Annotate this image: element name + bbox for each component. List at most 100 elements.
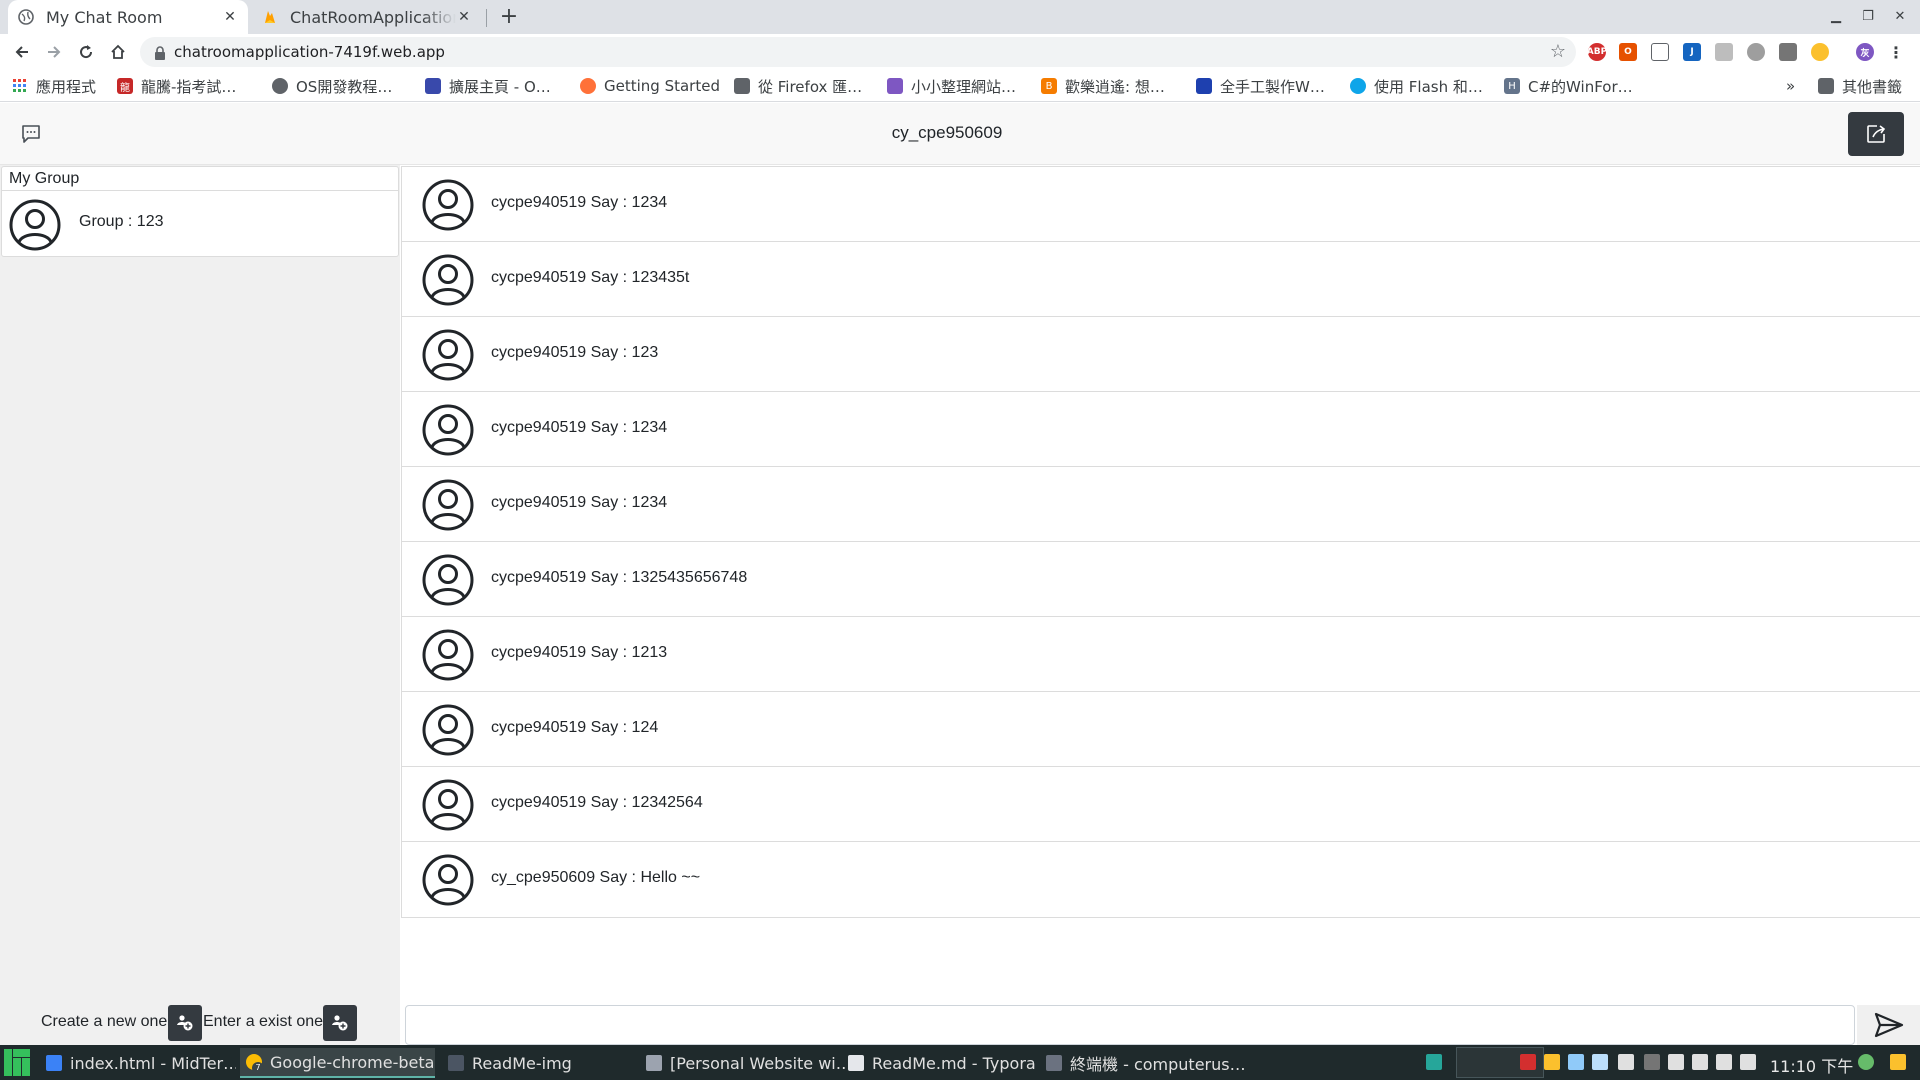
bookmark-item[interactable]: 小小整理網站… xyxy=(887,75,1016,97)
bookmark-star-icon[interactable]: ☆ xyxy=(1550,41,1566,62)
logout-button[interactable] xyxy=(1848,112,1904,156)
adblock-extension-icon[interactable]: ABP xyxy=(1587,43,1607,61)
message-row: cycpe940519 Say : 1325435656748 xyxy=(402,542,1920,617)
office-extension-icon[interactable]: O xyxy=(1619,43,1637,61)
bookmark-item[interactable]: 使用 Flash 和… xyxy=(1350,75,1483,97)
minimize-icon[interactable]: ▁ xyxy=(1825,6,1847,28)
yellow-extension-icon[interactable] xyxy=(1811,43,1829,61)
message-input[interactable] xyxy=(405,1005,1855,1045)
bookmark-item[interactable]: 龍 龍騰-指考試… xyxy=(117,75,236,97)
bookmark-label: 小小整理網站… xyxy=(911,77,1017,96)
bookmark-item[interactable]: 全手工製作W… xyxy=(1196,75,1325,97)
taskbar-item-typora[interactable]: ReadMe.md - Typora xyxy=(848,1048,1048,1078)
people-add-icon xyxy=(332,1015,348,1031)
person-circle-icon xyxy=(422,779,474,835)
taskbar-item-label: Google-chrome-beta xyxy=(270,1052,435,1072)
message-text: cycpe940519 Say : 1325435656748 xyxy=(491,569,748,586)
gmail-tray-icon[interactable] xyxy=(1520,1054,1536,1070)
taskbar-item-label: [Personal Website wi… xyxy=(670,1053,846,1073)
taskbar-item-folder[interactable]: ReadMe-img xyxy=(448,1048,628,1078)
message-text: cycpe940519 Say : 1213 xyxy=(491,644,668,661)
message-text: cycpe940519 Say : 1234 xyxy=(491,419,668,436)
security-icon[interactable] xyxy=(1692,1054,1708,1070)
tab-title: ChatRoomApplication xyxy=(290,7,456,27)
tab-chatroomapplication[interactable]: ChatRoomApplication ✕ xyxy=(252,0,482,34)
app-tray-icon[interactable] xyxy=(1592,1054,1608,1070)
gray-extension-icon[interactable] xyxy=(1747,43,1765,61)
display-tray-icon[interactable] xyxy=(1618,1054,1634,1070)
app-header: cy_cpe950609 xyxy=(0,103,1920,165)
bookmarks-overflow-button[interactable]: » xyxy=(1786,75,1795,97)
clock[interactable]: 11:10 下午 xyxy=(1770,1053,1853,1077)
taskbar-item-label: ReadMe.md - Typora xyxy=(872,1053,1036,1073)
lock-icon xyxy=(154,45,166,64)
profile-avatar[interactable]: 灰 xyxy=(1856,43,1874,61)
bookmark-item[interactable]: H C#的WinFor… xyxy=(1504,75,1633,97)
bookmark-label: 其他書籤 xyxy=(1842,77,1903,96)
person-circle-icon xyxy=(9,199,61,255)
bookmark-label: 龍騰-指考試… xyxy=(141,77,237,96)
battery-icon[interactable] xyxy=(1668,1054,1684,1070)
globe-icon xyxy=(18,9,34,25)
group-item-123[interactable]: Group : 123 xyxy=(2,191,398,257)
back-icon[interactable] xyxy=(10,40,34,64)
bookmark-label: 全手工製作W… xyxy=(1220,77,1325,96)
message-row: cycpe940519 Say : 1234 xyxy=(402,167,1920,242)
chat-panel: cycpe940519 Say : 1234 cycpe940519 Say : … xyxy=(400,165,1920,1045)
message-list: cycpe940519 Say : 1234 cycpe940519 Say : … xyxy=(401,166,1920,918)
bookmark-folder[interactable]: 從 Firefox 匯… xyxy=(734,75,862,97)
message-row: cycpe940519 Say : 1234 xyxy=(402,392,1920,467)
chat-extension-icon[interactable] xyxy=(1779,43,1797,61)
tab-close-icon[interactable]: ✕ xyxy=(222,9,238,25)
address-bar[interactable]: chatroomapplication-7419f.web.app ☆ xyxy=(140,37,1576,67)
clip-icon[interactable] xyxy=(1716,1054,1732,1070)
bookmark-item[interactable]: Getting Started xyxy=(580,75,720,97)
taskbar-item-website[interactable]: [Personal Website wi… xyxy=(646,1048,846,1078)
bookmark-label: 從 Firefox 匯… xyxy=(758,77,863,96)
taskbar-item-chrome[interactable]: 7 Google-chrome-beta xyxy=(240,1048,435,1078)
restore-icon[interactable]: ❐ xyxy=(1857,6,1879,28)
tab-close-icon[interactable]: ✕ xyxy=(456,9,472,25)
enter-group-button[interactable] xyxy=(323,1005,357,1041)
new-tab-button[interactable]: + xyxy=(496,4,522,30)
forward-icon[interactable] xyxy=(42,40,66,64)
bookmark-item[interactable]: 擴展主頁 - O… xyxy=(425,75,551,97)
os-taskbar: index.html - MidTer… 7 Google-chrome-bet… xyxy=(0,1045,1920,1080)
message-row: cycpe940519 Say : 1213 xyxy=(402,617,1920,692)
people-add-icon xyxy=(177,1015,193,1031)
reload-icon[interactable] xyxy=(74,40,98,64)
bookmark-apps[interactable]: 應用程式 xyxy=(12,75,96,97)
person-circle-icon xyxy=(422,554,474,610)
other-bookmarks-folder[interactable]: 其他書籤 xyxy=(1818,75,1902,97)
apps-grid-icon xyxy=(12,78,28,94)
group-list-card: My Group Group : 123 xyxy=(1,166,399,257)
notes-tray-icon[interactable] xyxy=(1544,1054,1560,1070)
bookmark-item[interactable]: B 歡樂逍遙: 想… xyxy=(1041,75,1165,97)
tab-my-chat-room[interactable]: My Chat Room ✕ xyxy=(8,0,248,34)
site-favicon-icon xyxy=(887,78,903,94)
send-button[interactable] xyxy=(1857,1005,1920,1045)
volume-icon[interactable] xyxy=(1740,1054,1756,1070)
home-icon[interactable] xyxy=(106,40,130,64)
taskbar-item-vscode[interactable]: index.html - MidTer… xyxy=(46,1048,236,1078)
menu-kebab-icon[interactable]: ⋮ xyxy=(1887,43,1905,62)
person-circle-icon xyxy=(422,629,474,685)
document-extension-icon[interactable] xyxy=(1715,43,1733,61)
update-tray-icon[interactable] xyxy=(1858,1054,1874,1070)
bluetooth-icon[interactable] xyxy=(1644,1054,1660,1070)
sticky-notes-icon[interactable] xyxy=(1890,1054,1906,1070)
app-tray-icon[interactable] xyxy=(1568,1054,1584,1070)
close-window-icon[interactable]: ✕ xyxy=(1889,6,1911,28)
manjaro-logo-icon[interactable] xyxy=(4,1049,30,1076)
document-icon xyxy=(646,1055,662,1071)
tray-app-icon[interactable] xyxy=(1426,1054,1442,1070)
site-favicon-icon xyxy=(425,78,441,94)
person-circle-icon xyxy=(422,329,474,385)
taskbar-item-terminal[interactable]: 終端機 - computerus… xyxy=(1046,1048,1246,1078)
taskbar-item-label: index.html - MidTer… xyxy=(70,1053,236,1073)
pocket-extension-icon[interactable] xyxy=(1651,43,1669,61)
j-extension-icon[interactable]: J xyxy=(1683,43,1701,61)
bookmark-item[interactable]: OS開發教程… xyxy=(272,75,392,97)
create-group-button[interactable] xyxy=(168,1005,202,1041)
person-circle-icon xyxy=(422,704,474,760)
